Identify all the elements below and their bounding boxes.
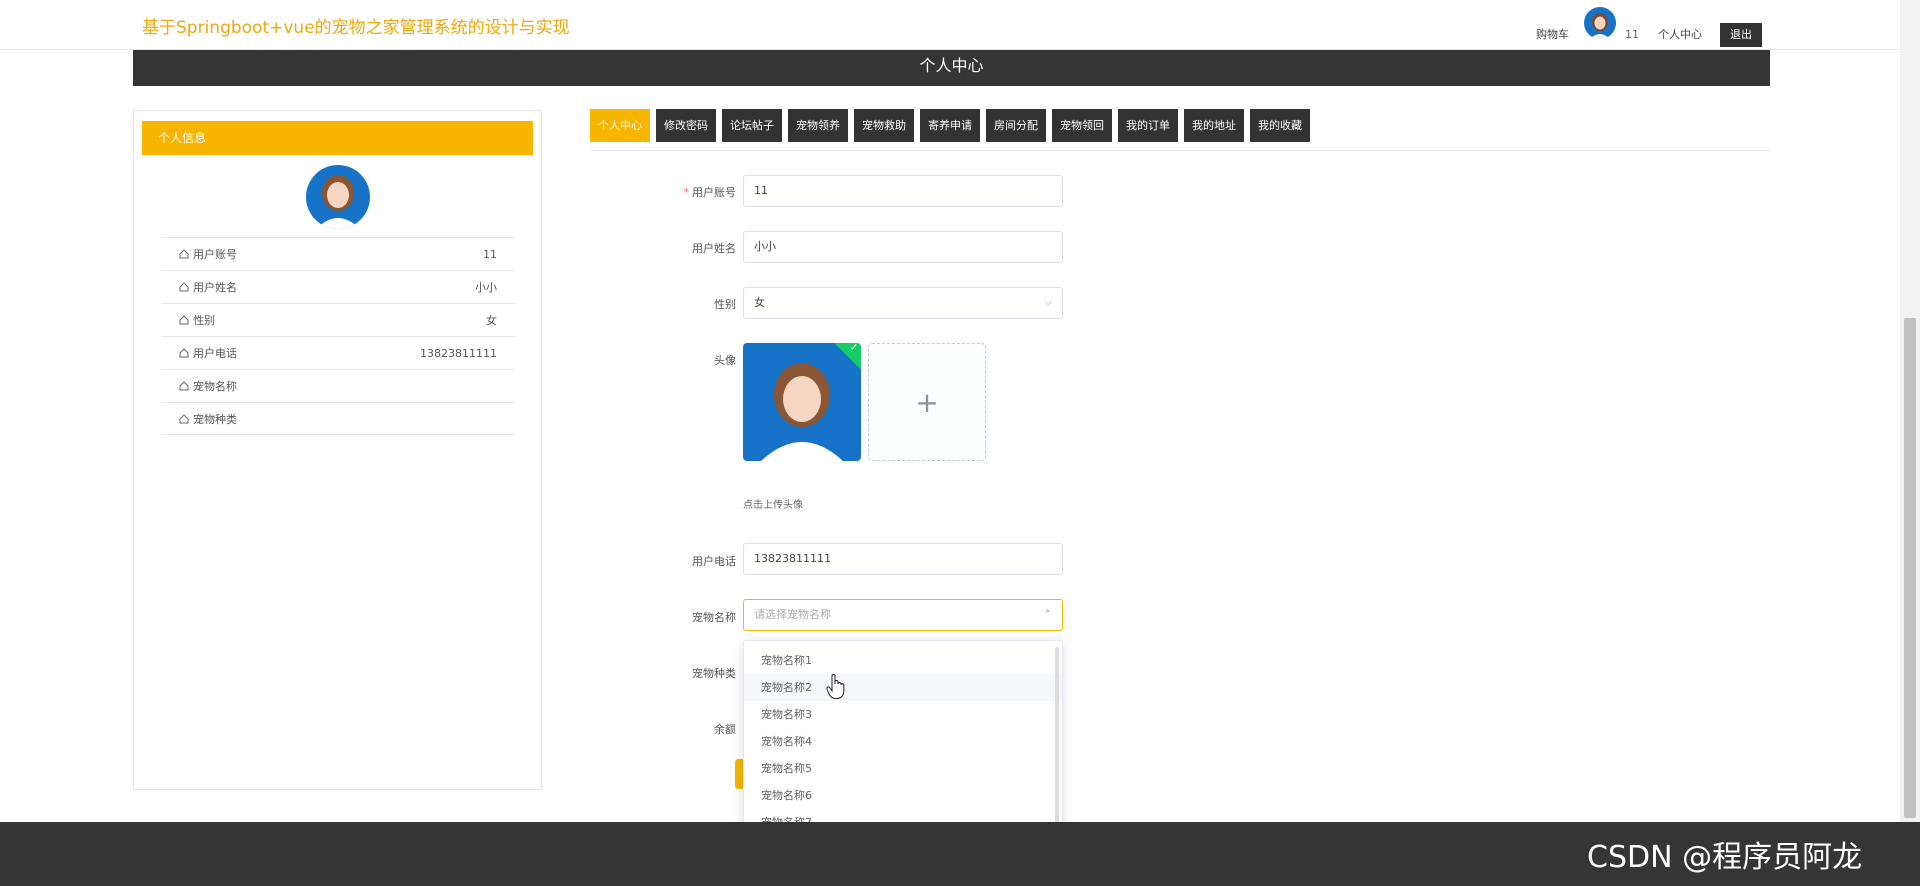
info-label: 性别 — [193, 314, 215, 327]
tab-pet-return[interactable]: 宠物领回 — [1052, 109, 1112, 142]
required-mark: * — [683, 186, 690, 199]
info-value: 小小 — [475, 281, 497, 294]
account-label: * 用户账号 — [683, 186, 737, 199]
dropdown-option[interactable]: 宠物名称4 — [744, 728, 1062, 755]
chevron-up-icon: ⌃ — [1043, 609, 1052, 620]
pet-name-dropdown: 宠物名称1 宠物名称2 宠物名称3 宠物名称4 宠物名称5 宠物名称6 宠物名称… — [743, 640, 1063, 843]
page-scrollbar-thumb[interactable] — [1904, 318, 1916, 818]
tab-pet-adoption[interactable]: 宠物领养 — [788, 109, 848, 142]
list-item: 用户电话 13823811111 — [161, 336, 515, 369]
info-value: 13823811111 — [420, 346, 497, 360]
list-item: 用户账号 11 — [161, 237, 515, 270]
name-label: 用户姓名 — [692, 242, 736, 255]
tab-my-orders[interactable]: 我的订单 — [1118, 109, 1178, 142]
name-input[interactable]: 小小 — [743, 231, 1063, 263]
cart-link[interactable]: 购物车 — [1536, 26, 1569, 42]
pet-name-select[interactable]: 请选择宠物名称 ⌃ — [743, 599, 1063, 631]
tab-my-favorites[interactable]: 我的收藏 — [1250, 109, 1310, 142]
info-label: 宠物种类 — [193, 412, 237, 426]
home-icon — [179, 249, 189, 259]
list-item: 用户姓名 小小 — [161, 270, 515, 303]
chevron-down-icon: ⌵ — [1044, 297, 1052, 308]
account-input[interactable]: 11 — [743, 175, 1063, 207]
tab-room-allocation[interactable]: 房间分配 — [986, 109, 1046, 142]
gender-label: 性别 — [714, 298, 736, 311]
profile-card-header: 个人信息 — [142, 121, 533, 155]
dropdown-option[interactable]: 宠物名称2 — [744, 674, 1062, 701]
list-item: 宠物种类 — [161, 402, 515, 435]
home-icon — [179, 381, 189, 391]
avatar-label: 头像 — [714, 354, 736, 367]
tab-pet-rescue[interactable]: 宠物救助 — [854, 109, 914, 142]
profile-info-list: 用户账号 11 用户姓名 小小 性别 女 用户电话 13823811111 宠物… — [161, 237, 515, 435]
dropdown-option[interactable]: 宠物名称6 — [744, 782, 1062, 809]
profile-avatar — [306, 165, 370, 229]
home-icon — [179, 282, 189, 292]
logout-button[interactable]: 退出 — [1720, 23, 1762, 47]
info-value: 女 — [486, 314, 497, 327]
info-label: 用户账号 — [193, 248, 237, 261]
tab-foster-application[interactable]: 寄养申请 — [920, 109, 980, 142]
profile-card: 个人信息 用户账号 11 用户姓名 小小 性别 女 用户电话 138238111… — [133, 110, 542, 790]
tab-my-address[interactable]: 我的地址 — [1184, 109, 1244, 142]
home-icon — [179, 348, 189, 358]
upload-tip: 点击上传头像 — [743, 500, 803, 511]
site-title[interactable]: 基于Springboot+vue的宠物之家管理系统的设计与实现 — [142, 13, 570, 38]
info-label: 用户姓名 — [193, 281, 237, 294]
phone-label: 用户电话 — [692, 555, 736, 568]
top-navbar: 基于Springboot+vue的宠物之家管理系统的设计与实现 购物车 11 个… — [0, 0, 1900, 50]
pet-type-label: 宠物种类 — [692, 667, 736, 680]
avatar-preview[interactable]: ✓ — [743, 343, 861, 461]
gender-select[interactable]: 女 ⌵ — [743, 287, 1063, 319]
tab-user-center[interactable]: 个人中心 — [590, 109, 650, 142]
upload-add-button[interactable]: + — [868, 343, 986, 461]
info-label: 用户电话 — [193, 347, 237, 360]
user-center-link[interactable]: 个人中心 — [1658, 26, 1702, 42]
dropdown-scrollbar[interactable] — [1055, 647, 1059, 827]
info-label: 宠物名称 — [193, 380, 237, 393]
home-icon — [179, 413, 189, 423]
dropdown-option[interactable]: 宠物名称3 — [744, 701, 1062, 728]
gender-value: 女 — [754, 296, 765, 309]
pet-name-placeholder: 请选择宠物名称 — [754, 608, 831, 621]
phone-input[interactable]: 13823811111 — [743, 543, 1063, 575]
watermark: CSDN @程序员阿龙 — [1587, 840, 1863, 875]
username-label: 11 — [1625, 28, 1639, 41]
tab-change-password[interactable]: 修改密码 — [656, 109, 716, 142]
info-value: 11 — [483, 247, 497, 261]
list-item: 性别 女 — [161, 303, 515, 336]
pet-name-label: 宠物名称 — [692, 611, 736, 624]
page-title-banner: 个人中心 — [133, 50, 1770, 86]
tabs-divider — [590, 150, 1770, 151]
user-center-tabs: 个人中心 修改密码 论坛帖子 宠物领养 宠物救助 寄养申请 房间分配 宠物领回 … — [590, 109, 1310, 142]
tab-forum-posts[interactable]: 论坛帖子 — [722, 109, 782, 142]
home-icon — [179, 315, 189, 325]
dropdown-option[interactable]: 宠物名称5 — [744, 755, 1062, 782]
list-item: 宠物名称 — [161, 369, 515, 402]
balance-label: 余额 — [714, 723, 736, 736]
user-avatar[interactable] — [1584, 7, 1616, 39]
hand-cursor-icon — [826, 674, 845, 699]
dropdown-option[interactable]: 宠物名称1 — [744, 647, 1062, 674]
